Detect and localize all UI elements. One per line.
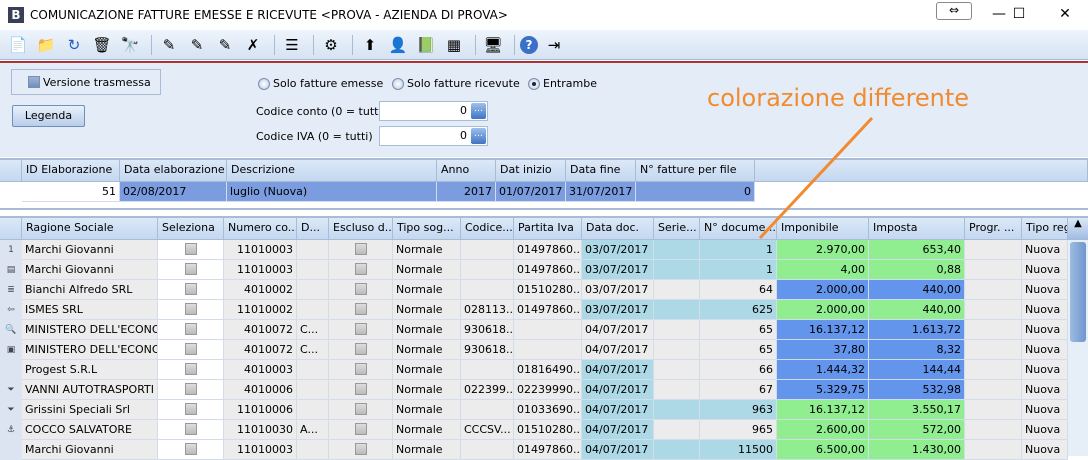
annotation-arrow (758, 116, 874, 240)
